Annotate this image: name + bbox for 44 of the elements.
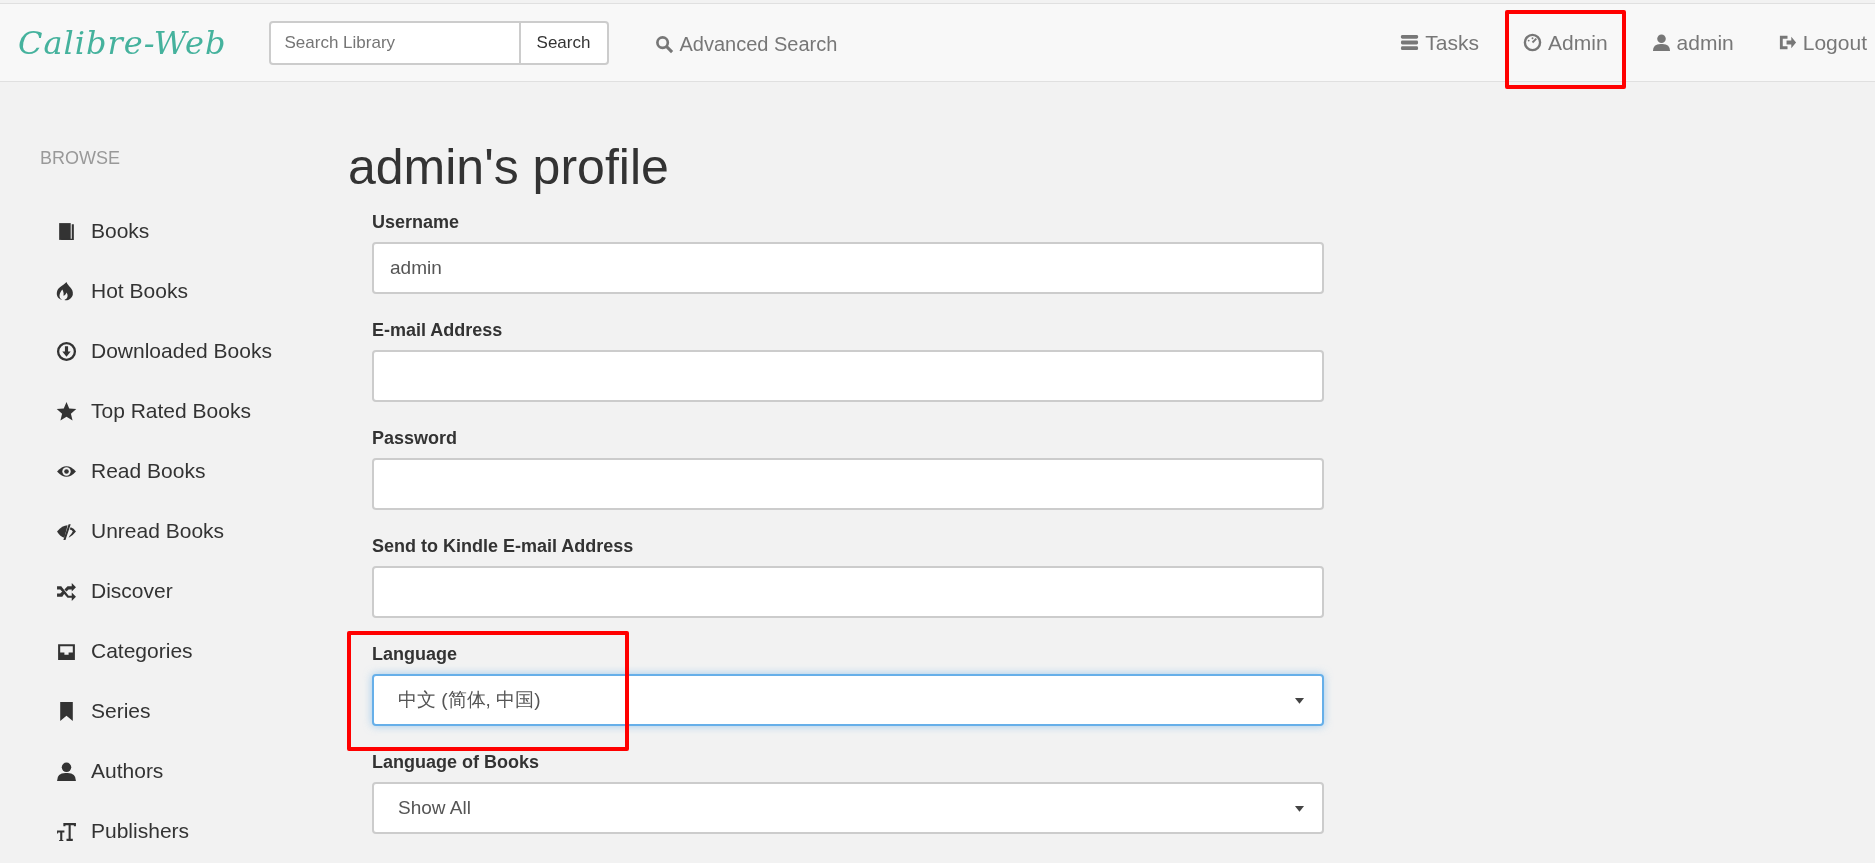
sidebar-item[interactable]: Books [40,201,348,261]
advanced-search-link[interactable]: Advanced Search [654,29,838,56]
field-label: Send to Kindle E-mail Address [372,536,635,557]
field-label: Password [372,428,459,449]
sidebar-item[interactable]: Series [40,681,348,741]
logout-icon [1777,33,1797,52]
page-title: admin's profile [348,138,670,196]
download-icon [56,340,77,362]
input-field[interactable] [372,566,1324,618]
dropdown-field[interactable]: Show All [372,782,1324,834]
input-field[interactable] [372,458,1324,510]
dropdown-value: 中文 (简体, 中国) [398,688,541,712]
sidebar-item[interactable]: Top Rated Books [40,381,348,441]
field-label: Language [372,644,458,665]
sidebar-heading: BROWSE [40,148,121,169]
field-label: Username [372,212,461,233]
nav-link[interactable]: admin [1643,4,1742,81]
sidebar-item[interactable]: Read Books [40,441,348,501]
sidebar-item[interactable]: Downloaded Books [40,321,348,381]
sidebar-item[interactable]: Unread Books [40,501,348,561]
star-icon [56,400,77,422]
sidebar-item[interactable]: Publishers [40,801,348,861]
server-icon [1400,33,1420,52]
nav-link[interactable]: Logout [1769,4,1875,81]
search-button[interactable]: Search [520,20,609,65]
sidebar-item[interactable]: Authors [40,741,348,801]
sidebar-item[interactable]: Hot Books [40,261,348,321]
user-icon [1651,33,1671,52]
sidebar-item[interactable]: Discover [40,561,348,621]
user-icon [56,760,77,782]
input-field[interactable] [372,350,1324,402]
dashboard-icon [1523,33,1543,52]
input-field[interactable]: admin [372,242,1324,294]
book-icon [56,220,77,242]
text-size-icon [56,820,77,842]
nav-link[interactable]: Tasks [1392,4,1488,81]
dropdown-field[interactable]: 中文 (简体, 中国) [372,674,1324,726]
field-label: E-mail Address [372,320,504,341]
sidebar-item[interactable]: Categories [40,621,348,681]
search-field[interactable]: Search Library [268,20,521,65]
nav-link[interactable]: Admin [1515,4,1616,81]
field-label: Language of Books [372,752,540,773]
search-icon [654,35,674,54]
dropdown-value: Show All [398,797,471,819]
